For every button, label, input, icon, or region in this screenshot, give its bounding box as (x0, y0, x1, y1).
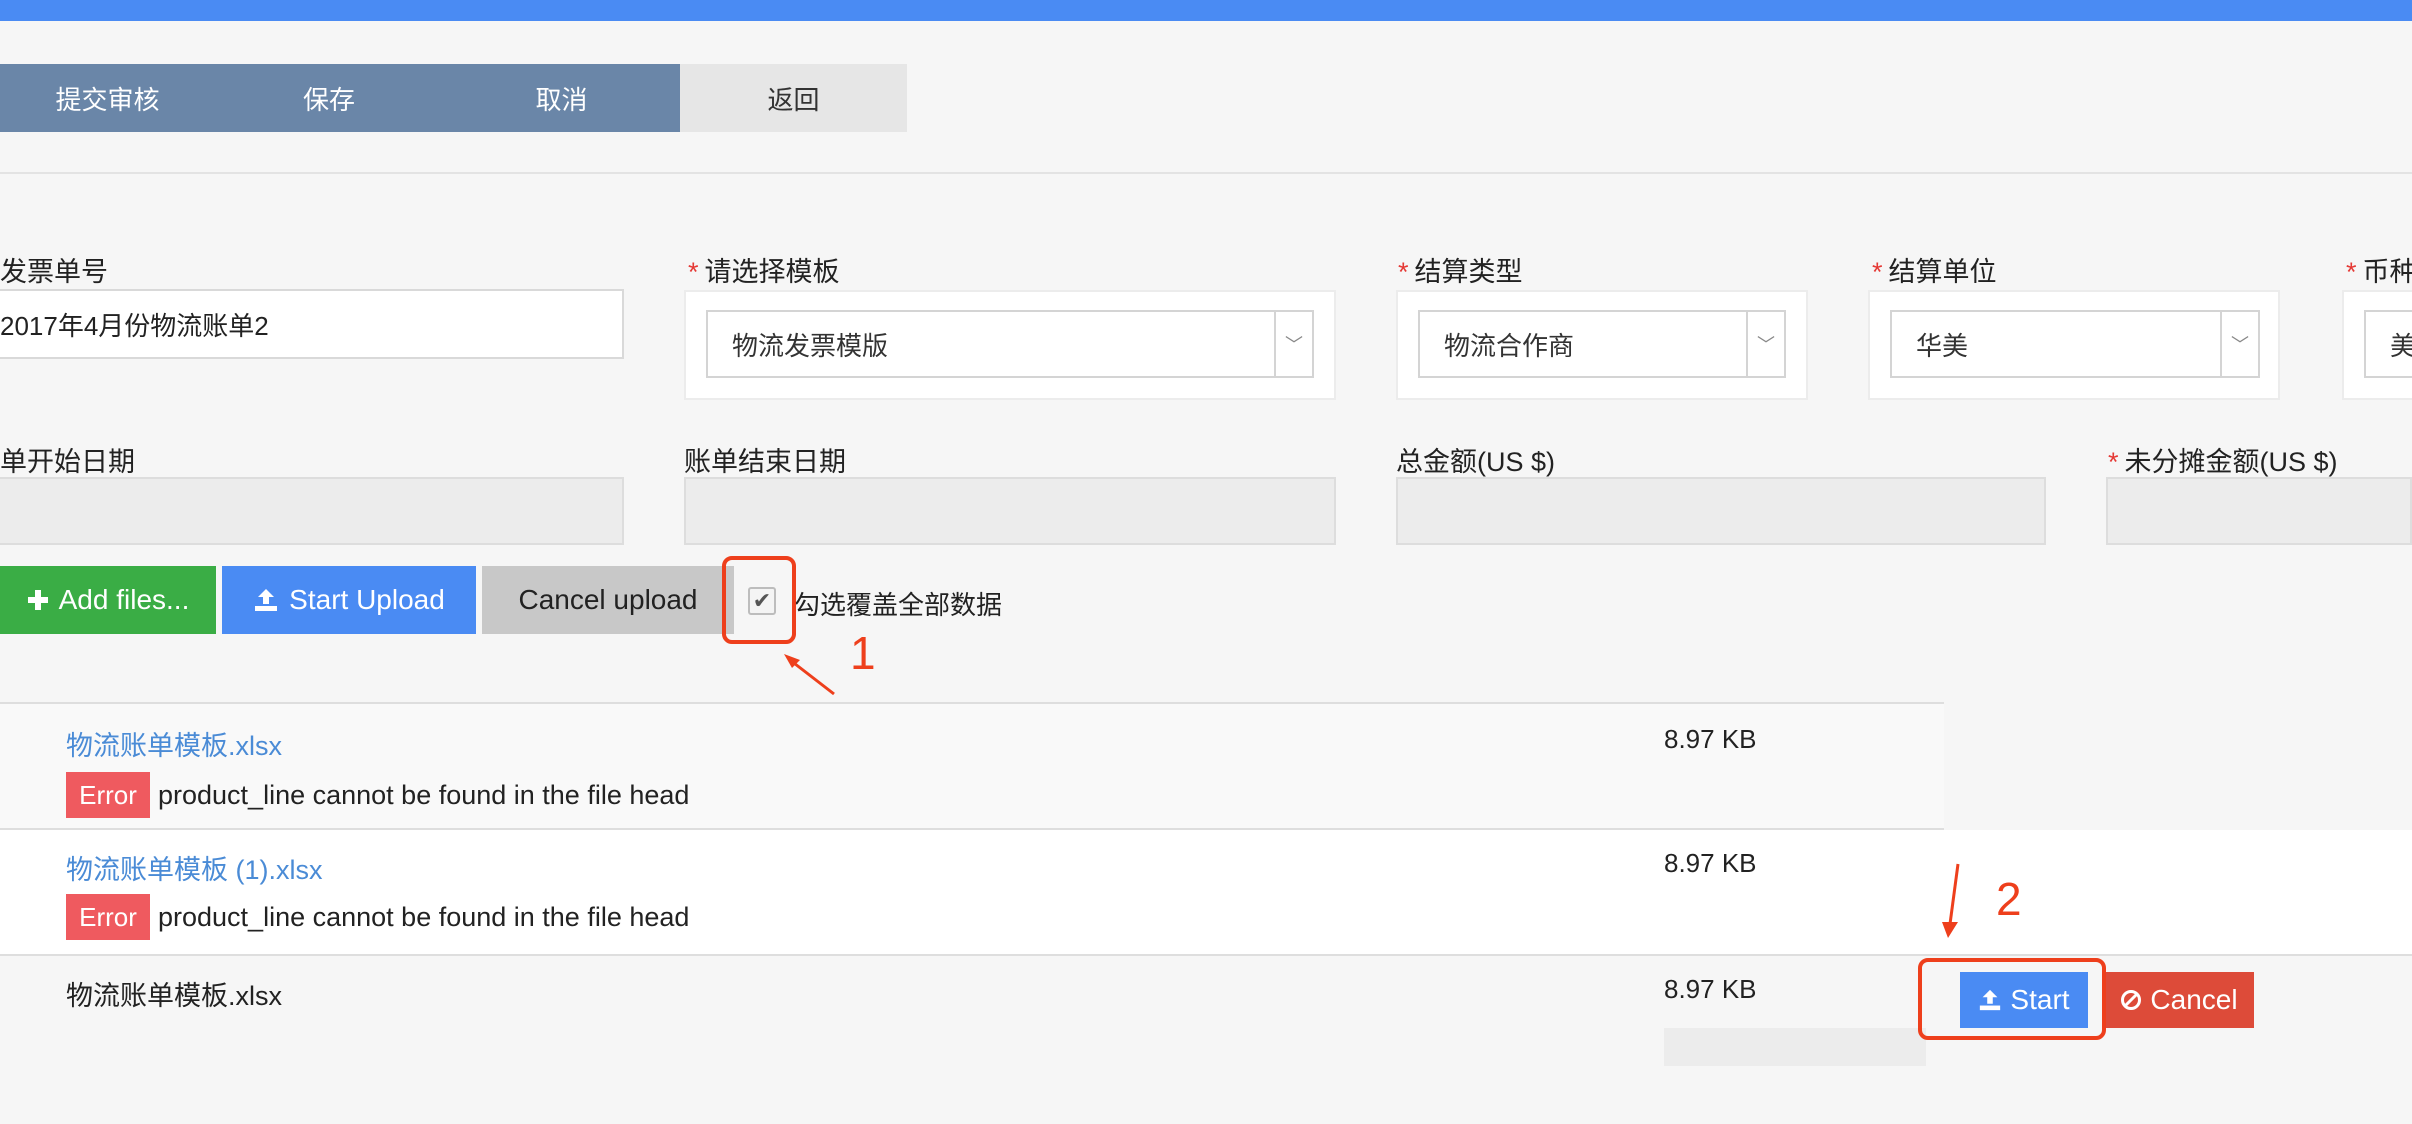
total-amount-input[interactable] (1396, 477, 2046, 545)
total-amount-label: 总金额(US $) (1396, 447, 1556, 477)
chevron-down-icon: ﹀ (1746, 312, 1784, 376)
action-toolbar: 提交审核 保存 取消 返回 (0, 64, 907, 132)
file-size: 8.97 KB (1664, 724, 1757, 754)
add-files-button[interactable]: Add files... (0, 566, 216, 634)
template-label: * 请选择模板 (688, 257, 840, 287)
start-upload-button[interactable]: Start Upload (222, 566, 476, 634)
annotation-box-2 (1918, 958, 2106, 1040)
chevron-down-icon: ﹀ (2220, 312, 2258, 376)
end-date-input[interactable] (684, 477, 1336, 545)
annotation-box-1 (722, 556, 796, 644)
cancel-button[interactable]: 取消 (443, 64, 680, 132)
file-name: 物流账单模板.xlsx (66, 981, 282, 1011)
unallocated-amount-label: * 未分摊金额(US $) (2108, 447, 2338, 477)
settle-type-select[interactable]: 物流合作商 ﹀ (1418, 310, 1786, 378)
annotation-number-1: 1 (850, 627, 876, 679)
invoice-no-input[interactable]: 2017年4月份物流账单2 (0, 289, 624, 359)
file-size: 8.97 KB (1664, 848, 1757, 878)
plus-icon (27, 589, 49, 611)
toolbar-divider (0, 172, 2412, 174)
currency-label: * 币种 (2346, 257, 2412, 287)
file-row: 物流账单模板 (1).xlsx 8.97 KB Error product_li… (0, 830, 2412, 956)
currency-select[interactable]: 美 (2364, 310, 2412, 378)
annotation-arrow-2 (1942, 863, 1960, 938)
error-message: product_line cannot be found in the file… (158, 780, 690, 810)
cancel-file-upload-button[interactable]: Cancel (2104, 972, 2254, 1028)
error-badge: Error (66, 772, 150, 818)
file-size: 8.97 KB (1664, 974, 1757, 1004)
error-badge: Error (66, 894, 150, 940)
top-accent-bar (0, 0, 2412, 21)
annotation-arrow-1 (784, 654, 835, 696)
upload-icon (253, 587, 279, 613)
cancel-upload-button[interactable]: Cancel upload (482, 566, 734, 634)
template-select[interactable]: 物流发票模版 ﹀ (706, 310, 1314, 378)
end-date-label: 账单结束日期 (684, 447, 846, 477)
file-row: 物流账单模板.xlsx 8.97 KB Error product_line c… (0, 702, 1944, 830)
settle-unit-select[interactable]: 华美 ﹀ (1890, 310, 2260, 378)
chevron-down-icon: ﹀ (1274, 312, 1312, 376)
error-message: product_line cannot be found in the file… (158, 902, 690, 932)
back-button[interactable]: 返回 (680, 64, 907, 132)
invoice-no-label: 发票单号 (0, 257, 108, 287)
unallocated-amount-input[interactable] (2106, 477, 2412, 545)
upload-progress-bar (1664, 1028, 1926, 1066)
file-name-link[interactable]: 物流账单模板.xlsx (66, 724, 282, 763)
submit-review-button[interactable]: 提交审核 (0, 64, 215, 132)
file-name-link[interactable]: 物流账单模板 (1).xlsx (66, 848, 323, 887)
ban-icon (2120, 989, 2142, 1011)
settle-unit-label: * 结算单位 (1872, 257, 1997, 287)
save-button[interactable]: 保存 (215, 64, 443, 132)
settle-type-label: * 结算类型 (1398, 257, 1523, 287)
start-date-input[interactable] (0, 477, 624, 545)
annotation-number-2: 2 (1996, 873, 2022, 925)
overwrite-checkbox-label: 勾选覆盖全部数据 (794, 590, 1003, 620)
start-date-label: 单开始日期 (0, 447, 135, 477)
